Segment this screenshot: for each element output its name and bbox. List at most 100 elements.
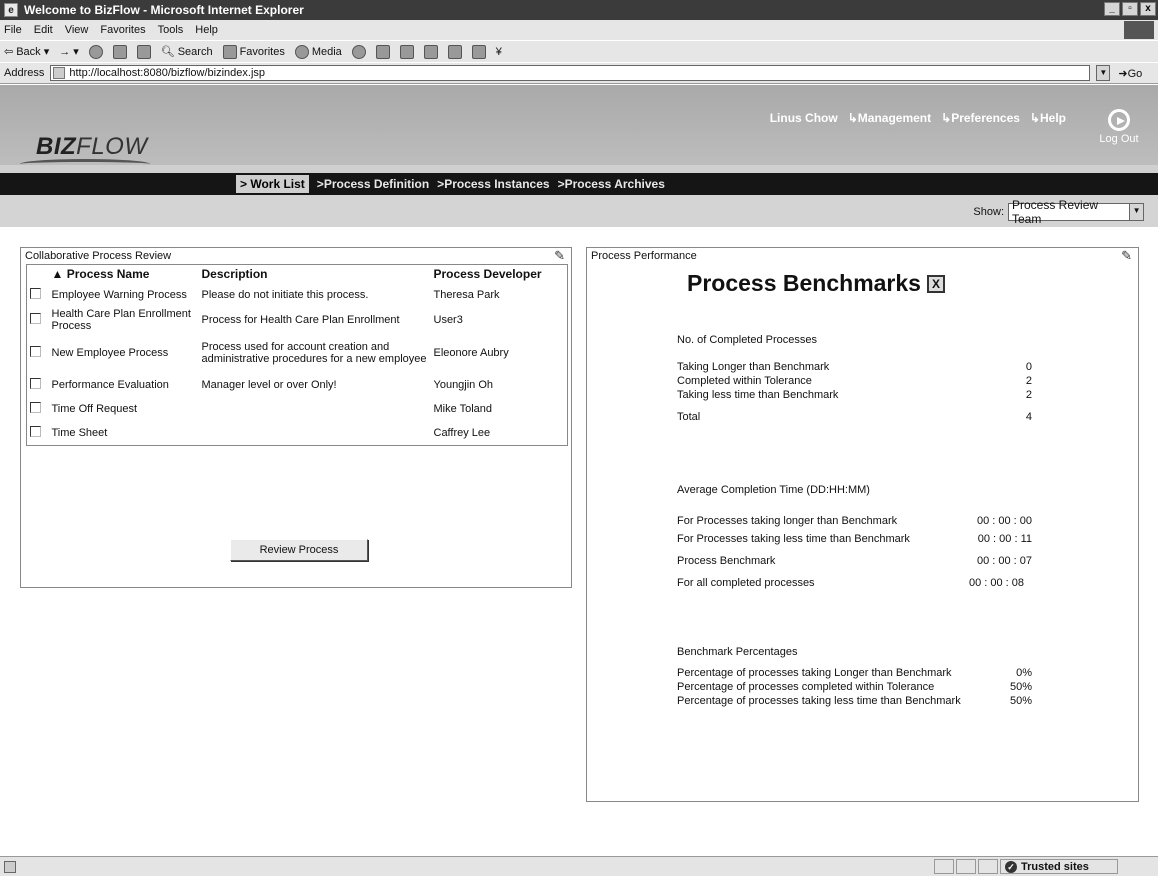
back-label: Back bbox=[16, 45, 41, 58]
excel-export-icon[interactable]: X bbox=[926, 274, 945, 293]
tab-process-instances[interactable]: >Process Instances bbox=[437, 177, 549, 191]
benchmark-percentages-section: Benchmark Percentages Percentage of proc… bbox=[677, 646, 1032, 708]
table-row[interactable]: Performance Evaluation Manager level or … bbox=[27, 373, 568, 397]
stop-icon[interactable] bbox=[88, 44, 103, 59]
performance-panel-title: Process Performance bbox=[591, 250, 697, 262]
menu-file[interactable]: File bbox=[4, 24, 22, 36]
row-checkbox[interactable] bbox=[30, 288, 41, 299]
col-process-developer[interactable]: Process Developer bbox=[431, 265, 568, 284]
process-name[interactable]: Employee Warning Process bbox=[49, 283, 199, 307]
discuss-icon[interactable] bbox=[447, 44, 462, 59]
edit-pencil-icon[interactable]: ✎ bbox=[554, 248, 565, 264]
menu-tools[interactable]: Tools bbox=[158, 24, 184, 36]
stat-row: Process Benchmark 00 : 00 : 07 bbox=[677, 550, 1032, 572]
help-link[interactable]: ↳Help bbox=[1030, 111, 1066, 125]
table-row[interactable]: Health Care Plan Enrollment Process Proc… bbox=[27, 307, 568, 333]
bizflow-logo: BIZFLOW bbox=[36, 133, 148, 161]
row-checkbox[interactable] bbox=[30, 378, 41, 389]
chevron-down-icon: ▾ bbox=[73, 46, 79, 58]
messenger-icon[interactable] bbox=[471, 44, 486, 59]
edit-pencil-icon[interactable]: ✎ bbox=[1121, 248, 1132, 264]
favorites-icon bbox=[222, 44, 237, 59]
process-name[interactable]: Time Off Request bbox=[49, 397, 199, 421]
show-select[interactable]: Process Review Team ▼ bbox=[1008, 198, 1144, 226]
status-bar: ✓ Trusted sites bbox=[0, 856, 1158, 876]
media-icon bbox=[294, 44, 309, 59]
col-process-name[interactable]: ▲ Process Name bbox=[49, 265, 199, 284]
process-name[interactable]: Health Care Plan Enrollment Process bbox=[49, 307, 199, 333]
table-row[interactable]: New Employee Process Process used for ac… bbox=[27, 333, 568, 373]
menu-favorites[interactable]: Favorites bbox=[100, 24, 145, 36]
benchmarks-heading-text: Process Benchmarks bbox=[687, 270, 921, 296]
preferences-label: Preferences bbox=[951, 111, 1020, 125]
address-dropdown[interactable]: ▼ bbox=[1096, 65, 1111, 81]
stat-row: Percentage of processes completed within… bbox=[677, 680, 1032, 694]
tab-process-definition[interactable]: >Process Definition bbox=[317, 177, 429, 191]
tab-work-list[interactable]: > Work List bbox=[236, 175, 309, 193]
completed-title: No. of Completed Processes bbox=[677, 334, 818, 346]
process-name[interactable]: New Employee Process bbox=[49, 333, 199, 373]
user-links: Linus Chow ↳Management ↳Preferences ↳Hel… bbox=[770, 111, 1066, 125]
address-url: http://localhost:8080/bizflow/bizindex.j… bbox=[69, 67, 266, 79]
checkbox-col-header bbox=[27, 265, 49, 284]
tab-process-instances-label: Process Instances bbox=[444, 177, 550, 191]
go-button[interactable]: ➜Go bbox=[1118, 67, 1142, 80]
search-icon: 🔍︎ bbox=[160, 46, 175, 58]
row-checkbox[interactable] bbox=[30, 402, 41, 413]
management-link[interactable]: ↳Management bbox=[848, 111, 931, 125]
favorites-label: Favorites bbox=[239, 45, 285, 58]
edit-icon[interactable] bbox=[423, 44, 438, 59]
history-icon[interactable] bbox=[351, 44, 366, 59]
maximize-button[interactable]: ▫ bbox=[1122, 2, 1138, 16]
header-banner bbox=[0, 85, 1158, 165]
search-label: Search bbox=[177, 45, 213, 58]
back-button[interactable]: ⇦ Back ▾ bbox=[4, 45, 49, 59]
favorites-button[interactable]: Favorites bbox=[222, 44, 285, 59]
table-row[interactable]: Time Off Request Mike Toland bbox=[27, 397, 568, 421]
media-button[interactable]: Media bbox=[294, 44, 342, 59]
mail-icon[interactable] bbox=[375, 44, 390, 59]
total-row: Total 4 bbox=[677, 410, 1032, 424]
close-button[interactable]: x bbox=[1140, 2, 1156, 16]
preferences-link[interactable]: ↳Preferences bbox=[941, 111, 1020, 125]
process-name[interactable]: Performance Evaluation bbox=[49, 373, 199, 397]
stat-value: 2 bbox=[1025, 389, 1032, 401]
menu-edit[interactable]: Edit bbox=[34, 24, 53, 36]
col-description[interactable]: Description bbox=[199, 265, 431, 284]
forward-button[interactable]: → ▾ bbox=[59, 45, 79, 59]
table-row[interactable]: Time Sheet Caffrey Lee bbox=[27, 421, 568, 445]
stat-row: Taking Longer than Benchmark 0 bbox=[677, 360, 1032, 374]
home-icon[interactable] bbox=[136, 44, 151, 59]
search-button[interactable]: 🔍︎ Search bbox=[160, 45, 213, 59]
menu-view[interactable]: View bbox=[65, 24, 89, 36]
stat-row: Taking less time than Benchmark 2 bbox=[677, 388, 1032, 402]
security-zone[interactable]: ✓ Trusted sites bbox=[1000, 859, 1118, 874]
print-icon[interactable] bbox=[399, 44, 414, 59]
status-cell bbox=[934, 859, 954, 874]
tab-process-archives[interactable]: >Process Archives bbox=[558, 177, 665, 191]
address-input[interactable]: http://localhost:8080/bizflow/bizindex.j… bbox=[50, 65, 1091, 81]
minimize-button[interactable]: _ bbox=[1104, 2, 1120, 16]
table-row[interactable]: Employee Warning Process Please do not i… bbox=[27, 283, 568, 307]
research-icon[interactable]: ¥ bbox=[496, 46, 502, 58]
stat-row: For Processes taking longer than Benchma… bbox=[677, 510, 1032, 532]
process-name[interactable]: Time Sheet bbox=[49, 421, 199, 445]
browser-toolbar: ⇦ Back ▾ → ▾ 🔍︎ Search Favorites Media ¥ bbox=[0, 40, 1158, 62]
row-checkbox[interactable] bbox=[30, 346, 41, 357]
benchmarks-heading: Process Benchmarks X bbox=[687, 270, 945, 297]
row-checkbox[interactable] bbox=[30, 425, 41, 437]
stat-row: For Processes taking less time than Benc… bbox=[677, 532, 1032, 546]
stat-value: 2 bbox=[1025, 375, 1032, 387]
user-name: Linus Chow bbox=[769, 111, 838, 125]
review-process-button[interactable]: Review Process bbox=[230, 539, 368, 561]
management-label: Management bbox=[857, 111, 932, 125]
refresh-icon[interactable] bbox=[112, 44, 127, 59]
row-checkbox[interactable] bbox=[30, 313, 41, 324]
stat-value: 00 : 00 : 08 bbox=[968, 577, 1024, 589]
process-description bbox=[199, 397, 431, 421]
menu-help[interactable]: Help bbox=[195, 24, 218, 36]
logout-button[interactable]: Log Out bbox=[1094, 109, 1144, 145]
go-label: Go bbox=[1127, 67, 1143, 80]
logo-bold-text: BIZ bbox=[36, 133, 77, 160]
stat-label: Taking less time than Benchmark bbox=[677, 389, 839, 401]
